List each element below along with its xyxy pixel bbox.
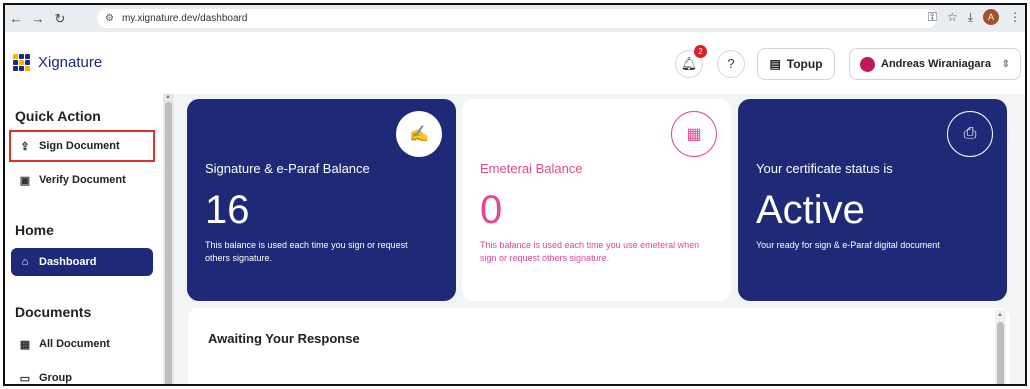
- sidebar-item-label: Group: [39, 372, 72, 384]
- sidebar-item-all-document[interactable]: ▦ All Document: [11, 330, 153, 358]
- scroll-up-icon[interactable]: ▲: [997, 312, 1003, 318]
- browser-actions: ⚿ ☆ ⤓ A ⋮: [928, 9, 1021, 25]
- notification-badge: 2: [694, 45, 707, 58]
- forward-icon[interactable]: →: [27, 11, 49, 26]
- upload-icon: ⇪: [20, 140, 30, 153]
- more-icon[interactable]: ⋮: [1009, 10, 1021, 24]
- card-description: Your ready for sign & e-Paraf digital do…: [756, 240, 940, 250]
- signature-balance-card: ✍ Signature & e-Paraf Balance 16 This ba…: [187, 99, 456, 301]
- content-scrollbar[interactable]: ▲: [995, 310, 1006, 384]
- browser-toolbar: ← → ↻ ⚙ my.xignature.dev/dashboard ⚿ ☆ ⤓…: [5, 5, 1025, 32]
- card-title: Emeterai Balance: [480, 161, 583, 176]
- card-description: This balance is used each time you sign …: [205, 240, 408, 263]
- back-icon[interactable]: ←: [5, 11, 27, 26]
- download-icon[interactable]: ⤓: [968, 10, 973, 25]
- logo-text: Xignature: [38, 54, 103, 71]
- sidebar-item-label: All Document: [39, 338, 110, 350]
- awaiting-response-panel: Awaiting Your Response: [188, 308, 1010, 384]
- help-button[interactable]: ?: [717, 50, 745, 78]
- app-window: ← → ↻ ⚙ my.xignature.dev/dashboard ⚿ ☆ ⤓…: [3, 3, 1027, 386]
- sidebar-item-label: Sign Document: [39, 140, 120, 152]
- url-text: my.xignature.dev/dashboard: [121, 13, 248, 24]
- sidebar-item-label: Verify Document: [39, 174, 126, 186]
- signature-icon: ✍: [396, 111, 442, 157]
- chevron-updown-icon: ⇕: [1001, 58, 1010, 70]
- sidebar: Quick Action ⇪ Sign Document ▣ Verify Do…: [5, 94, 165, 385]
- site-settings-icon[interactable]: ⚙: [105, 13, 114, 24]
- wallet-icon: ▤: [769, 57, 781, 71]
- app-header: Xignature 🔔︎ 2 ? ▤ Topup Andreas Wirania…: [5, 32, 1025, 94]
- file-icon: ▦: [19, 338, 31, 351]
- notification-button[interactable]: 🔔︎ 2: [675, 45, 707, 78]
- help-icon: ?: [727, 56, 735, 71]
- sidebar-scrollbar[interactable]: ▲: [163, 94, 174, 384]
- user-name: Andreas Wiraniagara: [881, 58, 991, 70]
- qr-code-icon: ▦: [671, 111, 717, 157]
- folder-icon: ▭: [19, 372, 31, 385]
- sidebar-scroll-thumb[interactable]: [165, 102, 172, 384]
- documents-title: Documents: [15, 304, 92, 320]
- key-icon[interactable]: ⚿: [928, 10, 937, 25]
- card-title: Signature & e-Paraf Balance: [205, 161, 370, 176]
- certificate-icon: ⎙: [947, 111, 993, 157]
- user-avatar: [860, 56, 875, 72]
- quick-action-title: Quick Action: [15, 108, 101, 124]
- card-value: 0: [480, 188, 503, 232]
- bell-icon: 🔔︎: [680, 56, 698, 71]
- sidebar-item-label: Dashboard: [39, 256, 97, 268]
- topup-label: Topup: [786, 57, 823, 71]
- document-icon: ▣: [19, 174, 31, 187]
- sidebar-item-dashboard[interactable]: ⌂ Dashboard: [11, 248, 153, 276]
- star-icon[interactable]: ☆: [947, 10, 958, 24]
- sidebar-item-sign-document[interactable]: ⇪ Sign Document: [9, 130, 155, 162]
- home-title: Home: [15, 222, 54, 238]
- logo[interactable]: Xignature: [13, 54, 102, 71]
- content-scroll-thumb[interactable]: [997, 322, 1004, 384]
- card-value: Active: [756, 188, 865, 232]
- home-icon: ⌂: [21, 256, 29, 268]
- topup-button[interactable]: ▤ Topup: [757, 48, 835, 80]
- awaiting-title: Awaiting Your Response: [208, 331, 360, 346]
- reload-icon[interactable]: ↻: [49, 11, 71, 27]
- emeterai-balance-card: ▦ Emeterai Balance 0 This balance is use…: [462, 99, 731, 301]
- card-title: Your certificate status is: [756, 161, 893, 176]
- logo-mark-icon: [13, 54, 30, 71]
- sidebar-item-group[interactable]: ▭ Group: [11, 364, 153, 385]
- user-menu[interactable]: Andreas Wiraniagara ⇕: [849, 48, 1021, 80]
- certificate-status-card: ⎙ Your certificate status is Active Your…: [738, 99, 1007, 301]
- scroll-up-icon[interactable]: ▲: [165, 94, 171, 100]
- profile-avatar[interactable]: A: [983, 9, 999, 25]
- sidebar-item-verify-document[interactable]: ▣ Verify Document: [11, 166, 153, 194]
- address-bar[interactable]: ⚙ my.xignature.dev/dashboard: [97, 9, 937, 28]
- card-value: 16: [205, 188, 250, 232]
- card-description: This balance is used each time you use e…: [480, 240, 700, 263]
